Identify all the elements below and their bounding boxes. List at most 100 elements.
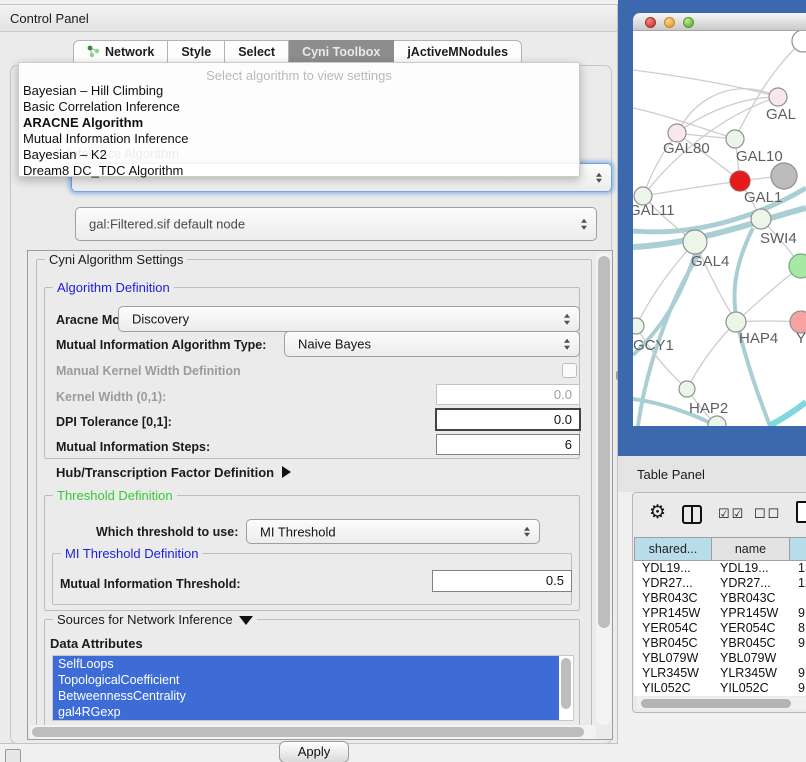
unchecked-columns-icon[interactable]: ☐☐ [754,506,781,522]
table-row[interactable]: YBL079WYBL079W [634,651,806,666]
table-row[interactable]: YBR043CYBR043C [634,591,806,606]
kernel-width-label: Kernel Width (0,1): [56,390,166,404]
network-node-gcy1[interactable] [633,318,644,334]
document-icon[interactable] [796,501,806,523]
table-header-row: shared...nameA [634,537,806,561]
table-cell: YPR145W [634,606,712,621]
network-edge[interactable] [633,70,778,97]
tab-style[interactable]: Style [168,40,225,63]
table-column-header[interactable]: A [790,537,806,561]
zoom-traffic-light-icon[interactable] [683,17,694,28]
network-node-label: SWI4 [760,230,797,247]
network-edge[interactable] [769,402,806,426]
table-cell: 9. [790,636,806,651]
algorithm-option[interactable]: Bayesian – K2 [19,147,579,163]
network-node[interactable] [771,163,797,189]
docked-panel-icon[interactable] [5,749,21,762]
kernel-width-field[interactable]: 0.0 [436,384,580,405]
table-column-header[interactable]: shared... [634,537,712,561]
network-node[interactable] [789,254,806,278]
table-column-header[interactable]: name [712,537,790,561]
algorithm-option[interactable]: Basic Correlation Inference [19,99,579,115]
data-attribute-item[interactable]: gal4RGexp [53,704,559,720]
table-row[interactable]: YDL19...YDL19...13 [634,561,806,576]
table-row[interactable]: YIL052CYIL052C9. [634,681,806,696]
network-canvas[interactable]: GALGAL80GAL10GAL1GAL11SWI4GAL4GCY1HAP4YH… [633,31,806,426]
table-cell: 9. [790,606,806,621]
data-attributes-list[interactable]: SelfLoopsTopologicalCoefficientBetweenne… [52,655,574,721]
which-threshold-combobox[interactable]: MI Threshold [246,519,540,544]
table-cell: YBL079W [712,651,790,666]
table-horizontal-scrollbar[interactable] [637,697,806,709]
checked-columns-icon[interactable]: ☑☑ [718,506,745,522]
table-cell: YER054C [712,621,790,636]
threshold-definition-title: Threshold Definition [53,488,177,503]
network-node-swi4[interactable] [751,209,771,229]
aracne-mode-combobox[interactable]: Discovery [118,306,580,332]
table-cell: YBR045C [712,636,790,651]
gear-icon[interactable]: ⚙ [649,503,666,522]
close-traffic-light-icon[interactable] [645,17,656,28]
mi-algorithm-type-combobox[interactable]: Naive Bayes [284,331,580,357]
hub-definition-toggle[interactable]: Hub/Transcription Factor Definition [56,465,291,480]
algorithm-option[interactable]: ARACNE Algorithm [19,115,579,131]
network-edge[interactable] [643,181,740,196]
network-edge[interactable] [677,89,778,133]
data-attribute-item[interactable]: TopologicalCoefficient [53,672,559,688]
table-row[interactable]: YER054CYER054C8. [634,621,806,636]
network-node-gal1[interactable] [730,171,750,191]
table-row[interactable]: YPR145WYPR145W9. [634,606,806,621]
table-cell: 8. [790,621,806,636]
data-attribute-item[interactable]: BetweennessCentrality [53,688,559,704]
algorithm-option[interactable]: Bayesian – Hill Climbing [19,83,579,99]
mi-steps-field[interactable]: 6 [436,434,580,455]
table-panel-title: Table Panel [637,467,705,482]
network-node-label: HAP2 [689,400,728,417]
network-node-label: GCY1 [633,337,674,354]
mi-threshold-field[interactable]: 0.5 [432,570,572,592]
network-window-titlebar[interactable] [633,13,806,31]
dpi-tolerance-field[interactable]: 0.0 [435,408,581,431]
sources-title-wrap[interactable]: Sources for Network Inference [53,612,257,627]
apply-button[interactable]: Apply [279,741,349,762]
network-table-combobox[interactable]: gal:Filtered.sif default node [75,207,597,241]
network-edge[interactable] [736,266,801,322]
cyni-algorithm-settings-title: Cyni Algorithm Settings [45,252,187,267]
network-node-hap2[interactable] [679,381,695,397]
network-node[interactable] [708,416,726,426]
network-node-hap4[interactable] [726,312,746,332]
control-panel-title: Control Panel [10,11,89,26]
table-panel: ⚙ ☑☑ ☐☐ shared...nameA YDL19...YDL19...1… [632,492,806,713]
network-edge[interactable] [735,41,803,139]
list-vertical-scrollbar[interactable] [559,656,572,719]
tab-network[interactable]: Network [73,40,168,63]
algorithm-option[interactable]: Mutual Information Inference [19,131,579,147]
settings-horizontal-scrollbar[interactable] [30,725,596,739]
manual-kernel-width-checkbox[interactable] [562,363,577,378]
tab-jactivemnodules[interactable]: jActiveMNodules [394,40,522,63]
network-edge[interactable] [687,322,736,389]
table-panel-titlebar: Table Panel [618,456,806,492]
table-row[interactable]: YBR045CYBR045C9. [634,636,806,651]
network-node-gal10[interactable] [726,130,744,148]
tab-select[interactable]: Select [225,40,289,63]
table-row[interactable]: YDR27...YDR27...12 [634,576,806,591]
minimize-traffic-light-icon[interactable] [664,17,675,28]
columns-icon[interactable] [682,505,702,524]
network-node-label: GAL [766,106,796,123]
network-node-label: HAP4 [739,330,778,347]
control-panel-window: Control Panel ✖ NetworkStyleSelectCyni T… [0,4,618,744]
network-edge[interactable] [734,228,753,321]
settings-vertical-scrollbar[interactable] [596,253,611,725]
table-cell: 9. [790,666,806,681]
algorithm-option[interactable]: Dream8 DC_TDC Algorithm [19,163,579,179]
tab-label: Style [181,45,211,59]
network-node-gal4[interactable] [683,230,707,254]
network-node-gal[interactable] [769,88,787,106]
data-attribute-item[interactable]: SelfLoops [53,656,559,672]
network-node-label: GAL80 [663,140,710,157]
tab-cyni-toolbox[interactable]: Cyni Toolbox [289,40,394,63]
table-row[interactable]: YLR345WYLR345W9. [634,666,806,681]
network-node-label: GAL1 [744,189,782,206]
network-node-label: GAL4 [691,253,729,270]
